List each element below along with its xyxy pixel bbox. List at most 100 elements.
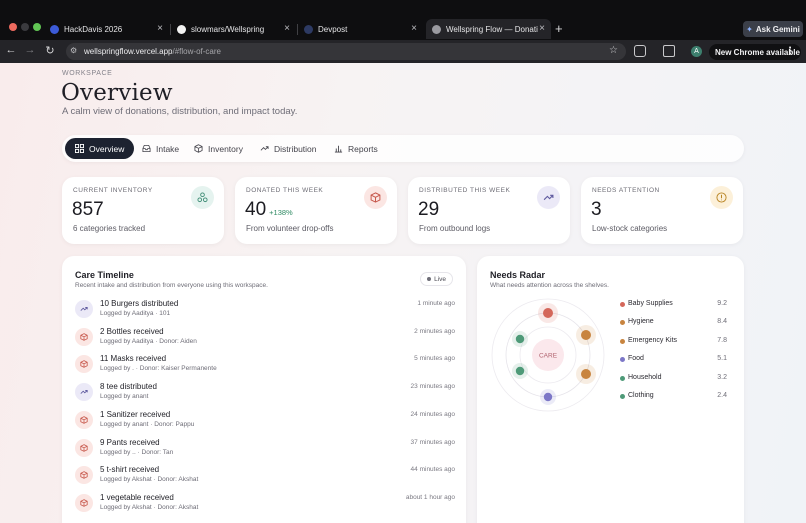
tab-reports[interactable]: Reports bbox=[324, 138, 388, 159]
maximize-window-button[interactable] bbox=[33, 23, 41, 31]
page-subtitle: A calm view of donations, distribution, … bbox=[62, 106, 298, 117]
close-window-button[interactable] bbox=[9, 23, 17, 31]
timeline-item-meta: Logged by Akshat · Donor: Akshat bbox=[100, 476, 199, 484]
alert-icon bbox=[710, 186, 733, 209]
timeline-item-meta: Logged by . · Donor: Kaiser Permanente bbox=[100, 365, 217, 373]
browser-tab-strip: HackDavis 2026 × slowmars/Wellspring × D… bbox=[0, 0, 806, 40]
radar-node-food[interactable] bbox=[540, 389, 556, 405]
legend-name: Baby Supplies bbox=[628, 300, 673, 307]
timeline-item-time: about 1 hour ago bbox=[405, 493, 455, 501]
timeline-item-title: 1 vegetable received bbox=[100, 492, 174, 502]
needs-radar-chart: CARE bbox=[491, 298, 605, 412]
legend-name: Emergency Kits bbox=[628, 336, 678, 344]
radar-center-label: CARE bbox=[539, 353, 558, 360]
live-badge: Live bbox=[420, 272, 453, 286]
back-arrow-icon[interactable]: ← bbox=[4, 44, 18, 56]
panel-title: Needs Radar bbox=[490, 270, 546, 280]
cast-screen-icon[interactable] bbox=[663, 45, 675, 57]
extensions-puzzle-icon[interactable] bbox=[634, 45, 646, 57]
profile-avatar[interactable]: A bbox=[691, 46, 702, 57]
timeline-item-meta: Logged by anant bbox=[100, 393, 149, 401]
new-tab-button[interactable]: + bbox=[555, 21, 563, 36]
minimize-window-button[interactable] bbox=[21, 23, 29, 31]
close-tab-icon[interactable]: × bbox=[539, 23, 545, 34]
kebab-menu-icon[interactable]: ⋮ bbox=[785, 46, 795, 57]
live-dot-icon bbox=[427, 277, 432, 281]
stat-card-distributed-this-week: DISTRIBUTED THIS WEEK 29 From outbound l… bbox=[408, 177, 570, 244]
timeline-item-meta: Logged by Aaditya · 101 bbox=[100, 310, 171, 317]
browser-tab-hackdavis[interactable]: HackDavis 2026 × bbox=[44, 19, 169, 39]
timeline-item[interactable]: 1 Sanitizer received Logged by anant · Do… bbox=[75, 409, 455, 435]
handoff-icon bbox=[75, 383, 93, 402]
tab-overview[interactable]: Overview bbox=[65, 138, 135, 159]
legend-value: 2.4 bbox=[717, 392, 727, 399]
legend-dot-icon bbox=[620, 302, 625, 307]
site-settings-icon[interactable]: ⚙ bbox=[70, 46, 77, 55]
browser-tab-wellspring[interactable]: Wellspring Flow — Donations × bbox=[426, 19, 551, 39]
legend-dot-icon bbox=[620, 338, 625, 344]
chrome-update-button[interactable]: New Chrome available ⋮ bbox=[709, 44, 801, 60]
tab-inventory[interactable]: Inventory bbox=[184, 138, 253, 159]
browser-toolbar: ← → ↻ ⚙ wellspringflow.vercel.app/#flow-… bbox=[0, 40, 806, 63]
stat-label: NEEDS ATTENTION bbox=[592, 187, 660, 194]
reload-icon[interactable]: ↻ bbox=[43, 44, 57, 57]
close-tab-icon[interactable]: × bbox=[284, 23, 290, 34]
url-text: wellspringflow.vercel.app/#flow-of-care bbox=[84, 47, 221, 56]
timeline-item-title: 5 t-shirt received bbox=[100, 465, 160, 475]
stat-value: 29 bbox=[418, 199, 440, 220]
handoff-icon bbox=[260, 146, 269, 151]
legend-dot-icon bbox=[620, 320, 625, 326]
page-content: WORKSPACE Overview A calm view of donati… bbox=[0, 63, 806, 523]
box-icon bbox=[75, 327, 93, 346]
radar-node-clothing[interactable] bbox=[512, 331, 528, 347]
close-tab-icon[interactable]: × bbox=[411, 23, 417, 34]
box-icon bbox=[75, 466, 93, 485]
timeline-item-title: 9 Pants received bbox=[100, 437, 160, 447]
timeline-item-time: 2 minutes ago bbox=[414, 327, 455, 335]
radar-node-baby-supplies[interactable] bbox=[538, 303, 558, 323]
bookmark-star-icon[interactable]: ☆ bbox=[609, 45, 618, 56]
page-title: Overview bbox=[61, 80, 173, 106]
page-eyebrow: WORKSPACE bbox=[62, 70, 113, 77]
forward-arrow-icon[interactable]: → bbox=[23, 44, 37, 56]
legend-dot-icon bbox=[620, 394, 625, 399]
stat-value: 3 bbox=[591, 199, 602, 220]
timeline-item[interactable]: 10 Burgers distributed Logged by Aaditya … bbox=[75, 298, 455, 324]
address-bar[interactable]: ⚙ wellspringflow.vercel.app/#flow-of-car… bbox=[66, 43, 626, 60]
radar-node-emergency-kits[interactable] bbox=[576, 364, 596, 384]
ask-gemini-button[interactable]: ✦ Ask Gemini bbox=[743, 21, 803, 37]
radar-legend-item: Emergency Kits 7.8 bbox=[620, 337, 727, 349]
ask-gemini-label: Ask Gemini bbox=[755, 24, 800, 34]
timeline-item-meta: Logged by anant · Donor: Pappu bbox=[100, 420, 195, 428]
timeline-item[interactable]: 8 tee distributed Logged by anant 23 minut… bbox=[75, 381, 455, 407]
legend-value: 8.4 bbox=[717, 318, 727, 326]
panel-title: Care Timeline bbox=[75, 270, 134, 280]
tab-distribution[interactable]: Distribution bbox=[250, 138, 327, 159]
needs-radar-panel: Needs Radar What needs attention across … bbox=[477, 256, 744, 523]
box-icon bbox=[75, 355, 93, 374]
timeline-item-meta: Logged by Akshat · Donor: Akshat bbox=[100, 503, 199, 511]
browser-tab-github[interactable]: slowmars/Wellspring × bbox=[171, 19, 296, 39]
timeline-item-title: 1 Sanitizer received bbox=[100, 409, 171, 419]
radar-node-hygiene[interactable] bbox=[576, 325, 596, 345]
tab-intake[interactable]: Intake bbox=[132, 138, 189, 159]
radar-legend-item: Household 3.2 bbox=[620, 374, 727, 386]
stat-value: 40 +138% bbox=[245, 199, 293, 220]
stat-subtext: 6 categories tracked bbox=[73, 224, 146, 233]
timeline-item[interactable]: 11 Masks received Logged by . · Donor: Ka… bbox=[75, 353, 455, 379]
timeline-item[interactable]: 2 Bottles received Logged by Aaditya · Do… bbox=[75, 326, 455, 352]
box-icon bbox=[75, 410, 93, 429]
radar-legend-item: Baby Supplies 9.2 bbox=[620, 300, 727, 312]
timeline-item[interactable]: 5 t-shirt received Logged by Akshat · Don… bbox=[75, 464, 455, 490]
legend-value: 9.2 bbox=[717, 300, 727, 307]
legend-name: Household bbox=[628, 373, 662, 381]
browser-tab-devpost[interactable]: Devpost × bbox=[298, 19, 423, 39]
radar-node-household[interactable] bbox=[512, 363, 528, 379]
close-tab-icon[interactable]: × bbox=[157, 23, 163, 34]
timeline-item[interactable]: 1 vegetable received Logged by Akshat · D… bbox=[75, 492, 455, 518]
devpost-favicon-icon bbox=[304, 24, 313, 34]
legend-value: 5.1 bbox=[717, 355, 727, 363]
legend-value: 3.2 bbox=[717, 373, 727, 381]
timeline-item[interactable]: 9 Pants received Logged by .. · Donor: Ta… bbox=[75, 437, 455, 463]
timeline-item-time: 23 minutes ago bbox=[410, 383, 455, 391]
